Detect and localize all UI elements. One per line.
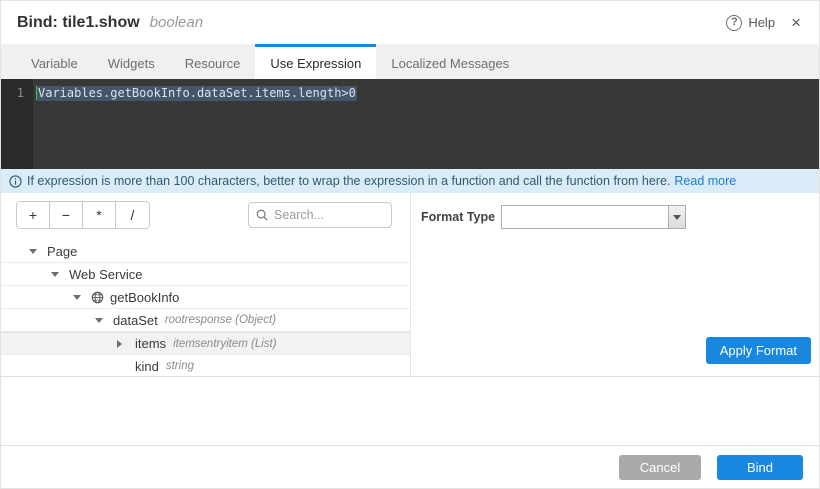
tab-use-expression[interactable]: Use Expression	[255, 44, 376, 79]
editor-code-area[interactable]: Variables.getBookInfo.dataSet.items.leng…	[33, 79, 819, 169]
variable-tree: Page Web Service getBookInfo dataSet r	[1, 240, 410, 378]
info-circle-icon	[9, 175, 22, 188]
web-service-icon	[91, 291, 104, 304]
bind-button[interactable]: Bind	[717, 455, 803, 480]
search-input[interactable]	[274, 208, 384, 222]
close-icon[interactable]: ×	[789, 13, 803, 33]
header-actions: ? Help ×	[726, 13, 803, 33]
tab-bar: Variable Widgets Resource Use Expression…	[1, 44, 819, 79]
chevron-down-icon[interactable]	[95, 318, 104, 323]
expression-editor[interactable]: 1 Variables.getBookInfo.dataSet.items.le…	[1, 79, 819, 169]
line-number: 1	[17, 86, 24, 100]
tab-widgets[interactable]: Widgets	[93, 44, 170, 79]
dialog-header: Bind: tile1.show boolean ? Help ×	[1, 1, 819, 44]
tree-search-box[interactable]	[248, 202, 392, 228]
dialog-footer: Cancel Bind	[1, 445, 819, 488]
read-more-link[interactable]: Read more	[674, 174, 736, 188]
operator-divide-button[interactable]: /	[116, 202, 149, 228]
main-content: + − * / Page	[1, 193, 819, 377]
help-button[interactable]: ? Help	[726, 15, 775, 31]
operator-multiply-button[interactable]: *	[83, 202, 116, 228]
help-icon: ?	[726, 15, 742, 31]
tree-node-label: dataSet	[113, 313, 158, 328]
tree-node-label: items	[135, 336, 166, 351]
editor-gutter: 1	[1, 79, 33, 169]
tab-variable[interactable]: Variable	[16, 44, 93, 79]
tree-node-page[interactable]: Page	[1, 240, 410, 263]
tree-node-dataset[interactable]: dataSet rootresponse (Object)	[1, 309, 410, 332]
info-message: If expression is more than 100 character…	[27, 174, 670, 188]
bind-dialog: Bind: tile1.show boolean ? Help × Variab…	[0, 0, 820, 489]
tree-node-label: kind	[135, 359, 159, 374]
chevron-down-icon[interactable]	[51, 272, 60, 277]
chevron-down-icon	[673, 215, 681, 220]
tree-node-kind[interactable]: kind string	[1, 355, 410, 378]
operator-minus-button[interactable]: −	[50, 202, 83, 228]
tree-node-type: itemsentryitem (List)	[173, 338, 277, 350]
format-type-row: Format Type	[421, 205, 811, 229]
tree-node-getbookinfo[interactable]: getBookInfo	[1, 286, 410, 309]
tab-resource[interactable]: Resource	[170, 44, 256, 79]
expression-code: Variables.getBookInfo.dataSet.items.leng…	[37, 86, 357, 101]
variable-tree-panel: + − * / Page	[1, 193, 411, 376]
operator-button-group: + − * /	[16, 201, 150, 229]
tree-node-label: Page	[47, 244, 77, 259]
search-icon	[256, 209, 268, 221]
operator-plus-button[interactable]: +	[17, 202, 50, 228]
tree-node-items[interactable]: items itemsentryitem (List)	[1, 332, 410, 355]
expression-toolbar: + − * /	[1, 193, 410, 234]
chevron-down-icon[interactable]	[29, 249, 38, 254]
tree-node-label: Web Service	[69, 267, 142, 282]
tree-node-type: rootresponse (Object)	[165, 314, 276, 326]
format-type-label: Format Type	[421, 210, 501, 224]
tree-node-web-service[interactable]: Web Service	[1, 263, 410, 286]
tree-node-type: string	[166, 360, 194, 372]
tree-node-label: getBookInfo	[110, 290, 179, 305]
cancel-button[interactable]: Cancel	[619, 455, 701, 480]
apply-format-button[interactable]: Apply Format	[706, 337, 811, 364]
bound-property-type: boolean	[150, 14, 203, 31]
chevron-right-icon[interactable]	[117, 340, 126, 348]
format-type-select[interactable]	[501, 205, 686, 229]
format-type-selected-value	[502, 206, 668, 228]
format-panel: Format Type Apply Format	[411, 193, 819, 376]
info-bar: If expression is more than 100 character…	[1, 169, 819, 193]
select-arrow-box	[668, 206, 685, 228]
help-label: Help	[748, 15, 775, 30]
dialog-title: Bind: tile1.show	[17, 14, 140, 32]
chevron-down-icon[interactable]	[73, 295, 82, 300]
tab-localized-messages[interactable]: Localized Messages	[376, 44, 524, 79]
empty-area	[1, 377, 819, 445]
